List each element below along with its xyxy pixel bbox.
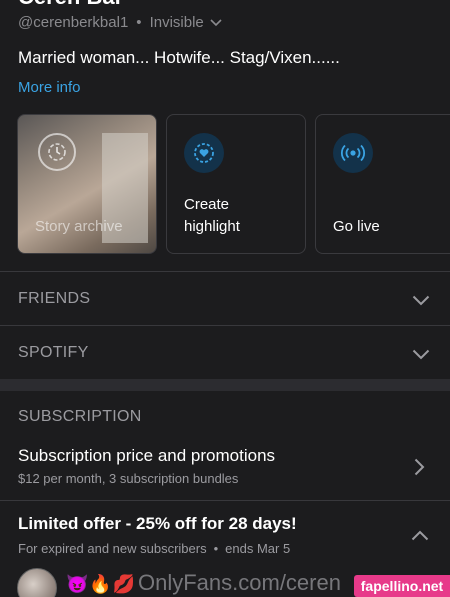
post-emojis: 😈🔥💋 — [66, 574, 137, 594]
offer-ends: ends Mar 5 — [225, 541, 291, 556]
price-title: Subscription price and promotions — [18, 446, 276, 465]
chevron-down-icon[interactable] — [210, 18, 222, 27]
offer-audience: For expired and new subscribers — [18, 541, 207, 556]
chevron-down-icon[interactable] — [410, 289, 432, 311]
chevron-right-icon[interactable] — [408, 456, 430, 478]
create-highlight-label: Create highlight — [184, 194, 240, 238]
heart-circle-icon — [184, 133, 224, 173]
watermark: fapellino.net — [354, 575, 450, 597]
more-info-link[interactable]: More info — [18, 79, 81, 96]
profile-header: Ceren Bal @cerenberkbal1 • Invisible Mar… — [0, 0, 450, 272]
offer-subtitle: For expired and new subscribers • ends Mar… — [18, 541, 290, 556]
chevron-up-icon[interactable] — [409, 524, 431, 546]
profile-handle: @cerenberkbal1 — [18, 14, 129, 31]
create-highlight-line1: Create — [184, 196, 230, 213]
live-broadcast-icon — [333, 133, 373, 173]
story-archive-label: Story archive — [35, 218, 123, 235]
chevron-down-icon[interactable] — [410, 343, 432, 365]
status-selector[interactable]: Invisible — [150, 14, 204, 31]
divider — [0, 500, 450, 501]
create-highlight-tile[interactable]: Create highlight — [166, 114, 306, 254]
separator-dot: • — [136, 14, 142, 31]
friends-title: FRIENDS — [18, 290, 91, 307]
create-highlight-line2: highlight — [184, 218, 240, 235]
offer-title: Limited offer - 25% off for 28 days! — [18, 514, 297, 533]
story-archive-tile[interactable]: Story archive — [17, 114, 157, 254]
post-link[interactable]: OnlyFans.com/ceren — [138, 570, 341, 596]
story-archive-icon — [38, 133, 76, 171]
go-live-label: Go live — [333, 218, 380, 235]
price-subtitle: $12 per month, 3 subscription bundles — [18, 471, 239, 486]
profile-name: Ceren Bal — [18, 0, 121, 10]
handle-row: @cerenberkbal1 • Invisible — [18, 14, 222, 31]
section-separator — [0, 379, 450, 391]
go-live-tile[interactable]: Go live — [315, 114, 450, 254]
friends-section[interactable]: FRIENDS — [0, 272, 450, 325]
subscription-section: SUBSCRIPTION Subscription price and prom… — [0, 391, 450, 597]
spotify-section[interactable]: SPOTIFY — [0, 326, 450, 379]
subscription-title: SUBSCRIPTION — [18, 408, 142, 425]
spotify-title: SPOTIFY — [18, 344, 89, 361]
separator-dot: • — [213, 541, 219, 556]
profile-bio: Married woman... Hotwife... Stag/Vixen..… — [18, 48, 340, 67]
